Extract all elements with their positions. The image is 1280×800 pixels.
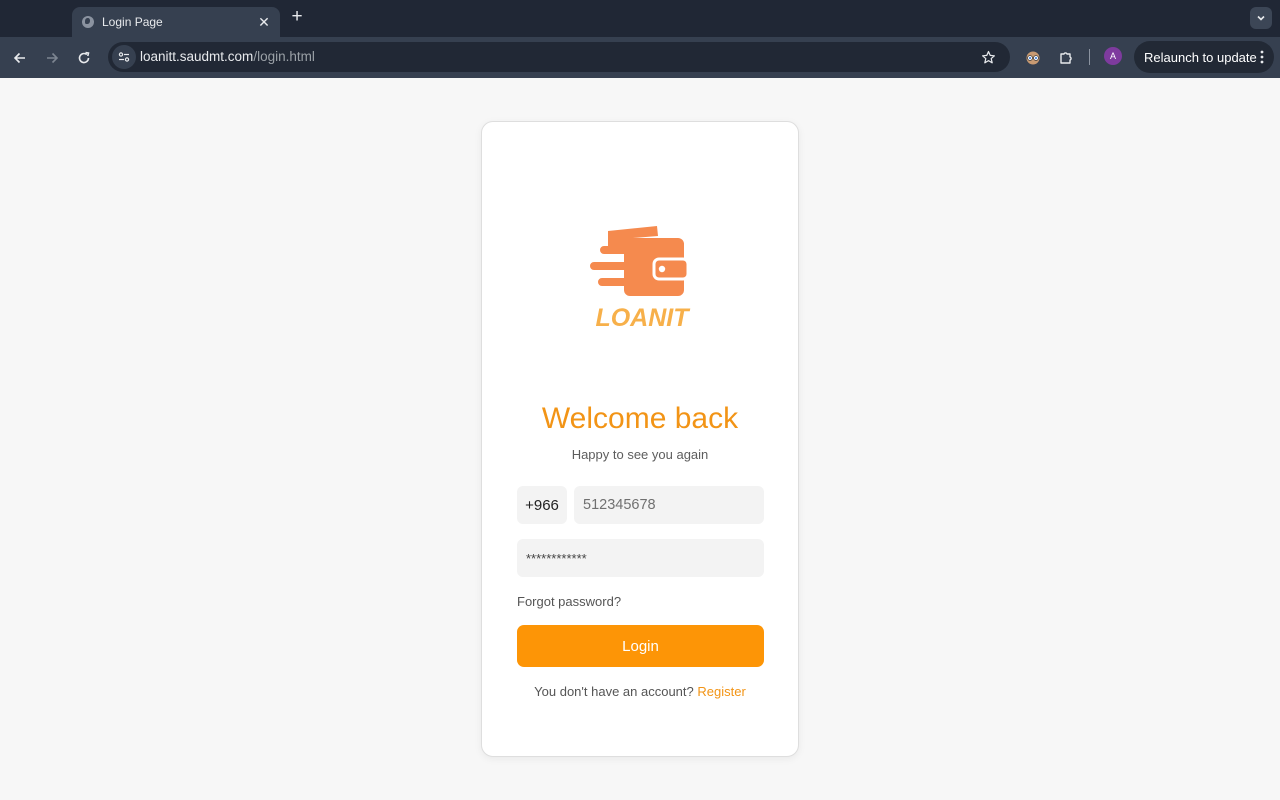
relaunch-label: Relaunch to update: [1144, 49, 1257, 65]
star-icon: [981, 50, 995, 63]
browser-tab-bar: Login Page ✕ +: [0, 0, 1280, 37]
forgot-password-link[interactable]: Forgot password?: [517, 594, 621, 609]
forward-button[interactable]: [40, 46, 64, 70]
loanit-logo: LOANIT: [590, 226, 691, 332]
login-card: LOANIT Welcome back Happy to see you aga…: [481, 121, 799, 757]
puzzle-icon: [1060, 52, 1072, 64]
globe-icon: [82, 16, 94, 28]
tab-title: Login Page: [102, 15, 163, 29]
reload-icon: [78, 51, 90, 64]
url-text: loanitt.saudmt.com/login.html: [140, 49, 315, 64]
address-bar[interactable]: loanitt.saudmt.com/login.html: [108, 42, 1010, 72]
welcome-subtitle: Happy to see you again: [571, 447, 709, 462]
arrow-left-icon: [13, 52, 25, 64]
site-info-button[interactable]: [112, 45, 136, 69]
relaunch-button[interactable]: Relaunch to update: [1134, 41, 1274, 73]
url-path: /login.html: [253, 49, 315, 64]
browser-toolbar: loanitt.saudmt.com/login.html A Relaunch…: [0, 37, 1280, 78]
welcome-heading: Welcome back: [541, 402, 739, 435]
password-input[interactable]: [517, 539, 764, 577]
arrow-right-icon: [47, 52, 59, 64]
chevron-down-icon: [1257, 15, 1265, 21]
browser-tab[interactable]: Login Page ✕: [72, 7, 280, 37]
extension-glasses-icon: [1026, 51, 1040, 65]
register-link[interactable]: Register: [697, 684, 745, 699]
back-button[interactable]: [8, 46, 32, 70]
bookmark-button[interactable]: [978, 47, 998, 67]
no-account-text: You don't have an account?: [534, 684, 694, 699]
extension-button[interactable]: [1021, 46, 1045, 70]
phone-input[interactable]: [574, 486, 764, 524]
profile-avatar[interactable]: A: [1104, 47, 1122, 65]
toolbar-divider: [1089, 49, 1090, 65]
register-prompt: You don't have an account? Register: [482, 684, 798, 699]
tune-icon: [118, 52, 130, 62]
tab-search-button[interactable]: [1250, 7, 1272, 29]
extensions-menu-button[interactable]: [1054, 46, 1078, 70]
url-host: loanitt.saudmt.com: [140, 49, 254, 64]
country-code-select[interactable]: +966: [517, 486, 567, 524]
reload-button[interactable]: [72, 46, 96, 70]
more-vert-icon: [1260, 50, 1264, 64]
new-tab-button[interactable]: +: [286, 7, 308, 29]
logo-text: LOANIT: [595, 304, 691, 332]
close-tab-icon[interactable]: ✕: [256, 14, 272, 31]
login-button[interactable]: Login: [517, 625, 764, 667]
